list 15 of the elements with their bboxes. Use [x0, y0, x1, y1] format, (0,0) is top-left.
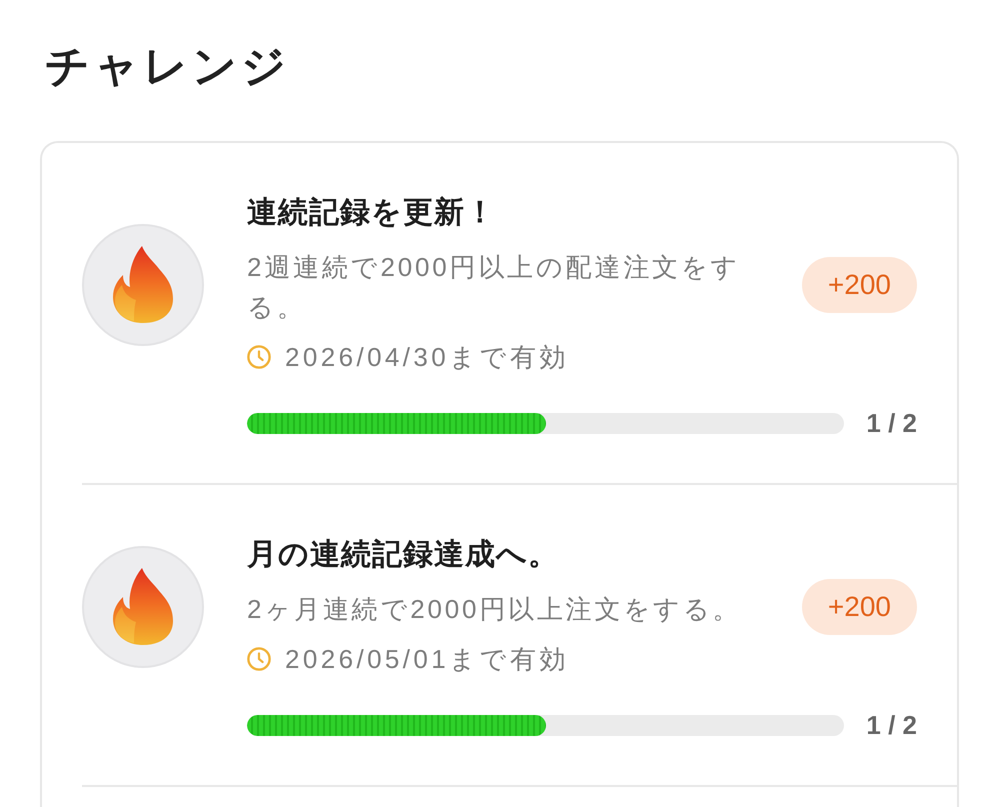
progress-count: 1 / 2 [866, 408, 917, 438]
points-badge: +200 [802, 579, 917, 635]
clock-icon [247, 345, 271, 369]
clock-icon [247, 647, 271, 671]
flame-icon [82, 546, 204, 668]
expiry-date: 2026/04/30まで有効 [285, 341, 569, 374]
progress-count: 1 / 2 [866, 710, 917, 740]
section-title: チャレンジ [45, 41, 290, 93]
flame-icon [82, 224, 204, 346]
challenge-description: 2週連続で2000円以上の配達注文をする。 [247, 251, 742, 324]
challenge-title: 月の連続記録達成へ。 [247, 537, 559, 573]
expiry-date: 2026/05/01まで有効 [285, 643, 569, 676]
challenge-description: 2ヶ月連続で2000円以上注文をする。 [247, 593, 742, 626]
challenge-title: 連続記録を更新！ [247, 195, 496, 231]
points-badge: +200 [802, 257, 917, 313]
